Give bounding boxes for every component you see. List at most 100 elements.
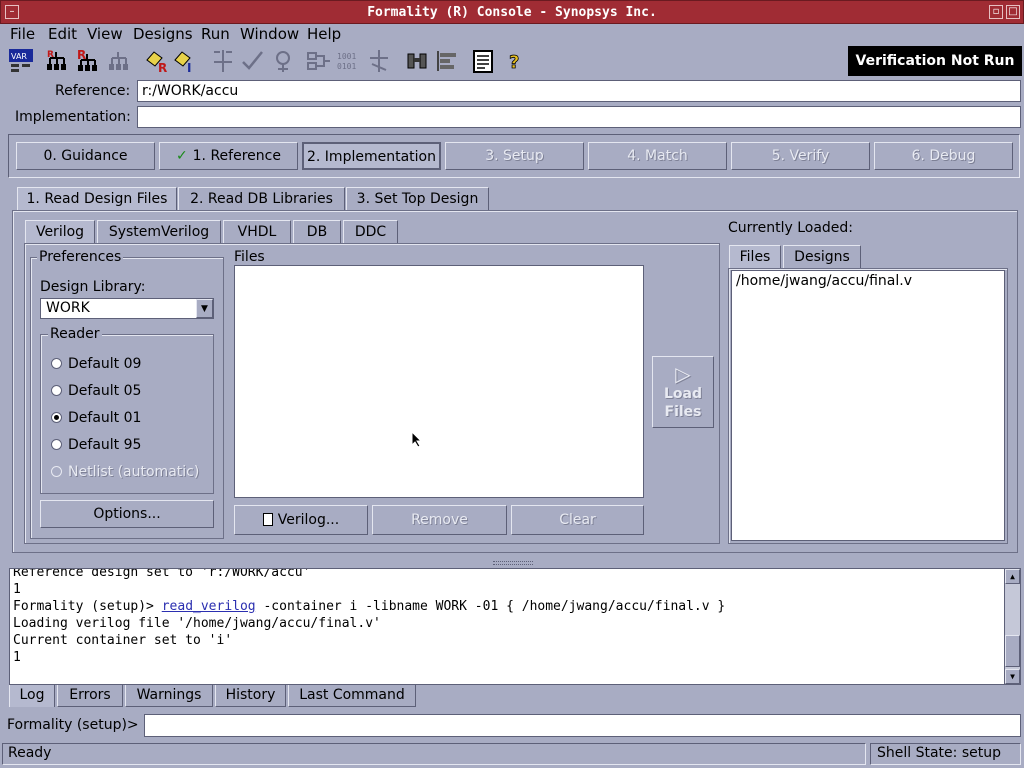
report-icon[interactable]	[470, 48, 496, 74]
hierarchy-ref-icon[interactable]: R	[44, 48, 70, 74]
tab-warnings[interactable]: Warnings	[125, 685, 213, 707]
title-bar: – Formality (R) Console - Synopsys Inc. …	[0, 0, 1024, 24]
step-reference-label: 1. Reference	[192, 148, 281, 164]
load-files-label-1: Load	[663, 386, 702, 402]
scroll-up-icon[interactable]: ▲	[1005, 569, 1020, 584]
menu-run[interactable]: Run	[201, 25, 230, 43]
tab-errors[interactable]: Errors	[57, 685, 123, 707]
verilog-add-button[interactable]: Verilog...	[234, 505, 368, 535]
remove-button[interactable]: Remove	[372, 505, 507, 535]
step-debug-label: 6. Debug	[911, 148, 976, 164]
files-list[interactable]	[234, 265, 644, 498]
probe-disabled-icon	[366, 48, 392, 74]
reader-default-09[interactable]: Default 09	[51, 356, 141, 372]
menu-edit[interactable]: Edit	[48, 25, 77, 43]
shell-state: Shell State: setup	[870, 743, 1021, 765]
tab-vhdl[interactable]: VHDL	[223, 220, 291, 244]
setup-disabled-icon	[210, 48, 236, 74]
menu-designs[interactable]: Designs	[133, 25, 193, 43]
options-button[interactable]: Options...	[40, 500, 214, 528]
tab-verilog[interactable]: Verilog	[25, 220, 95, 244]
radio-icon	[51, 439, 62, 450]
binoculars-icon[interactable]	[404, 48, 430, 74]
tab-ddc[interactable]: DDC	[343, 220, 398, 244]
menu-bar: File Edit View Designs Run Window Help	[0, 24, 1024, 46]
check-icon: ✓	[176, 148, 193, 164]
match-disabled-icon	[240, 48, 266, 74]
log-prompt: Formality (setup)>	[13, 599, 162, 614]
log-scrollbar[interactable]: ▲ ▼	[1004, 569, 1020, 684]
step-verify[interactable]: 5. Verify	[731, 142, 870, 170]
schematic-disabled-icon	[306, 48, 332, 74]
step-setup-label: 3. Setup	[485, 148, 544, 164]
tab-log[interactable]: Log	[9, 685, 55, 707]
eraser-ref-icon[interactable]: R	[144, 48, 170, 75]
align-icon[interactable]	[434, 48, 460, 74]
files-title: Files	[234, 249, 265, 265]
step-implementation[interactable]: 2. Implementation	[302, 142, 441, 170]
reader-default-01[interactable]: Default 01	[51, 410, 141, 426]
tab-set-top-design[interactable]: 3. Set Top Design	[346, 187, 489, 211]
mouse-pointer-icon	[411, 431, 423, 448]
implementation-field[interactable]	[137, 106, 1021, 128]
step-guidance[interactable]: 0. Guidance	[16, 142, 155, 170]
step-match[interactable]: 4. Match	[588, 142, 727, 170]
tab-history[interactable]: History	[215, 685, 286, 707]
scroll-thumb[interactable]	[1005, 635, 1020, 667]
currently-loaded-title: Currently Loaded:	[728, 220, 854, 236]
log-command-link[interactable]: read_verilog	[162, 599, 256, 614]
step-setup[interactable]: 3. Setup	[445, 142, 584, 170]
splitter-handle[interactable]	[493, 561, 533, 565]
log-console[interactable]: Reference design set to 'r:/WORK/accu' 1…	[9, 568, 1021, 685]
menu-file[interactable]: File	[10, 25, 35, 43]
chevron-down-icon[interactable]: ▼	[196, 299, 213, 318]
scroll-down-icon[interactable]: ▼	[1005, 669, 1020, 684]
tab-db[interactable]: DB	[293, 220, 341, 244]
radio-icon	[51, 466, 62, 477]
radio-icon	[51, 358, 62, 369]
radio-selected-icon	[51, 412, 62, 423]
status-bar: Ready Shell State: setup	[0, 742, 1024, 768]
eraser-impl-icon[interactable]: I	[172, 48, 198, 75]
menu-window[interactable]: Window	[240, 25, 299, 43]
status-text: Ready	[2, 743, 866, 765]
reader-title: Reader	[48, 326, 102, 342]
log-command-line: Formality (setup)> read_verilog -contain…	[13, 599, 725, 614]
clear-button[interactable]: Clear	[511, 505, 644, 535]
design-library-select[interactable]: WORK ▼	[40, 298, 214, 319]
hierarchy-disabled-icon	[106, 48, 132, 74]
tab-read-design-files[interactable]: 1. Read Design Files	[17, 187, 177, 211]
binary-disabled-icon: 1001 0101	[336, 48, 362, 74]
menu-view[interactable]: View	[87, 25, 123, 43]
verify-disabled-icon	[270, 48, 296, 74]
loaded-files-list[interactable]: /home/jwang/accu/final.v	[731, 270, 1005, 541]
reference-field[interactable]: r:/WORK/accu	[137, 80, 1021, 102]
svg-text:?: ?	[509, 52, 519, 73]
step-match-label: 4. Match	[627, 148, 688, 164]
minimize-icon[interactable]: ▫	[989, 5, 1003, 19]
step-debug[interactable]: 6. Debug	[874, 142, 1013, 170]
tab-read-db-libraries[interactable]: 2. Read DB Libraries	[178, 187, 345, 211]
tab-loaded-files[interactable]: Files	[729, 245, 781, 269]
hierarchy-ref-r-icon[interactable]: R	[75, 48, 101, 74]
load-files-button[interactable]: ▷ Load Files	[652, 356, 714, 428]
command-input[interactable]	[144, 714, 1021, 737]
verification-status-badge: Verification Not Run	[848, 46, 1022, 76]
tab-systemverilog[interactable]: SystemVerilog	[97, 220, 221, 244]
maximize-icon[interactable]: □	[1006, 5, 1020, 19]
svg-text:R: R	[158, 61, 167, 74]
menu-help[interactable]: Help	[307, 25, 341, 43]
reader-default-95[interactable]: Default 95	[51, 437, 141, 453]
window-title: Formality (R) Console - Synopsys Inc.	[367, 5, 657, 20]
tab-loaded-designs[interactable]: Designs	[783, 245, 861, 269]
help-icon[interactable]: ?	[502, 48, 528, 74]
log-line: 1	[13, 582, 21, 597]
reader-default-09-label: Default 09	[68, 356, 142, 372]
step-reference[interactable]: ✓ 1. Reference	[159, 142, 298, 170]
var-icon[interactable]: VAR	[8, 48, 34, 74]
log-line: Reference design set to 'r:/WORK/accu'	[13, 568, 311, 580]
reader-default-05[interactable]: Default 05	[51, 383, 141, 399]
reader-netlist: Netlist (automatic)	[51, 464, 199, 480]
tab-last-command[interactable]: Last Command	[288, 685, 416, 707]
loaded-file-item[interactable]: /home/jwang/accu/final.v	[736, 273, 1000, 289]
